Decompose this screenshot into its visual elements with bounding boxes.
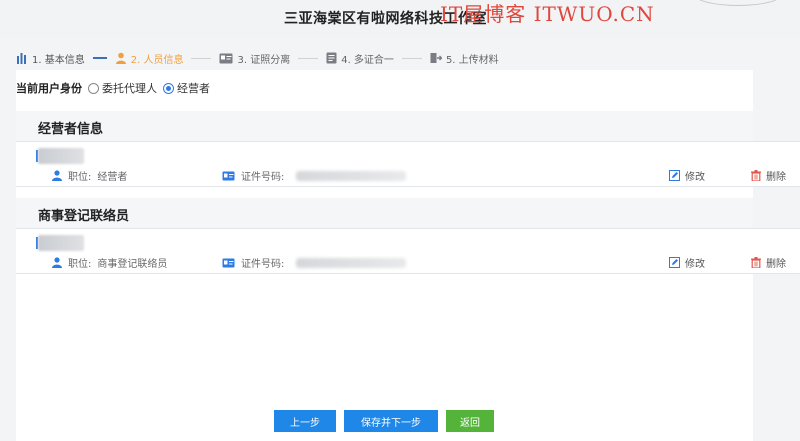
position-value: 经营者 bbox=[97, 172, 128, 183]
edit-button[interactable]: 修改 bbox=[669, 168, 705, 183]
person-card-operator: 职位: 经营者 证件号码: 修改 删除 bbox=[16, 141, 800, 187]
step-label: 3. 证照分离 bbox=[237, 54, 291, 66]
person-icon bbox=[115, 52, 127, 64]
step-divider bbox=[298, 57, 319, 59]
cert-field: 证件号码: bbox=[222, 255, 407, 270]
step-label: 5. 上传材料 bbox=[445, 54, 499, 66]
radio-button-selected[interactable] bbox=[163, 82, 174, 94]
position-field: 职位: 经营者 bbox=[52, 168, 127, 183]
position-label: 职位: bbox=[68, 172, 92, 183]
person-icon bbox=[52, 170, 62, 181]
radio-button[interactable] bbox=[88, 82, 99, 94]
trash-icon bbox=[751, 170, 761, 181]
edit-button[interactable]: 修改 bbox=[669, 255, 705, 270]
file-icon bbox=[326, 52, 337, 64]
section-header-liaison: 商事登记联络员 bbox=[16, 198, 753, 228]
cert-label: 证件号码: bbox=[241, 259, 285, 270]
prev-step-button[interactable]: 上一步 bbox=[274, 410, 336, 432]
card-icon bbox=[219, 53, 233, 64]
id-card-icon bbox=[222, 258, 235, 267]
cert-label: 证件号码: bbox=[241, 172, 285, 183]
upload-icon bbox=[430, 52, 442, 64]
radio-agent[interactable]: 委托代理人 bbox=[88, 80, 157, 96]
step-label: 1. 基本信息 bbox=[32, 54, 85, 66]
id-card-icon bbox=[222, 171, 235, 180]
step-indicator: 1. 基本信息 2. 人员信息 3. 证照分离 4. 多证合一 5. 上传材料 bbox=[16, 49, 499, 67]
trash-icon bbox=[751, 257, 761, 268]
step-divider bbox=[191, 57, 212, 59]
edit-label: 修改 bbox=[685, 172, 705, 183]
edit-icon bbox=[669, 170, 680, 181]
step-label: 2. 人员信息 bbox=[130, 54, 184, 66]
position-value: 商事登记联络员 bbox=[97, 259, 168, 270]
action-buttons: 上一步 保存并下一步 返回 bbox=[274, 410, 494, 432]
edit-label: 修改 bbox=[685, 259, 705, 270]
cert-field: 证件号码: bbox=[222, 168, 407, 183]
redacted-name bbox=[38, 148, 84, 164]
redacted-cert-number bbox=[296, 170, 407, 181]
back-button[interactable]: 返回 bbox=[446, 410, 494, 432]
step-divider bbox=[92, 57, 107, 59]
watermark-text: IT屋博客 ITWUO.CN bbox=[440, 2, 655, 26]
position-label: 职位: bbox=[68, 259, 92, 270]
delete-label: 删除 bbox=[766, 259, 786, 270]
identity-selector: 当前用户身份 委托代理人 经营者 bbox=[16, 80, 210, 96]
person-info-row: 职位: 经营者 证件号码: 修改 删除 bbox=[52, 168, 800, 183]
delete-label: 删除 bbox=[766, 172, 786, 183]
radio-label: 经营者 bbox=[177, 82, 210, 95]
delete-button[interactable]: 删除 bbox=[751, 255, 786, 270]
save-next-button[interactable]: 保存并下一步 bbox=[344, 410, 438, 432]
position-field: 职位: 商事登记联络员 bbox=[52, 255, 167, 270]
radio-label: 委托代理人 bbox=[102, 82, 157, 95]
section-header-operator: 经营者信息 bbox=[16, 111, 753, 141]
edit-icon bbox=[669, 257, 680, 268]
radio-operator[interactable]: 经营者 bbox=[163, 80, 210, 96]
delete-button[interactable]: 删除 bbox=[751, 168, 786, 183]
step-multi-license[interactable]: 4. 多证合一 bbox=[326, 51, 394, 66]
step-upload-materials[interactable]: 5. 上传材料 bbox=[430, 51, 499, 66]
step-basic-info[interactable]: 1. 基本信息 bbox=[16, 51, 85, 66]
person-icon bbox=[52, 257, 62, 268]
person-info-row: 职位: 商事登记联络员 证件号码: 修改 删除 bbox=[52, 255, 800, 270]
step-personnel-info[interactable]: 2. 人员信息 bbox=[115, 51, 184, 66]
chart-bar-icon bbox=[16, 52, 28, 64]
person-card-liaison: 职位: 商事登记联络员 证件号码: 修改 删除 bbox=[16, 228, 800, 274]
identity-label: 当前用户身份 bbox=[16, 82, 82, 95]
redacted-cert-number bbox=[296, 257, 407, 268]
redacted-name bbox=[38, 235, 84, 251]
step-divider bbox=[401, 57, 422, 59]
step-label: 4. 多证合一 bbox=[341, 54, 394, 66]
step-license-separation[interactable]: 3. 证照分离 bbox=[219, 51, 290, 66]
